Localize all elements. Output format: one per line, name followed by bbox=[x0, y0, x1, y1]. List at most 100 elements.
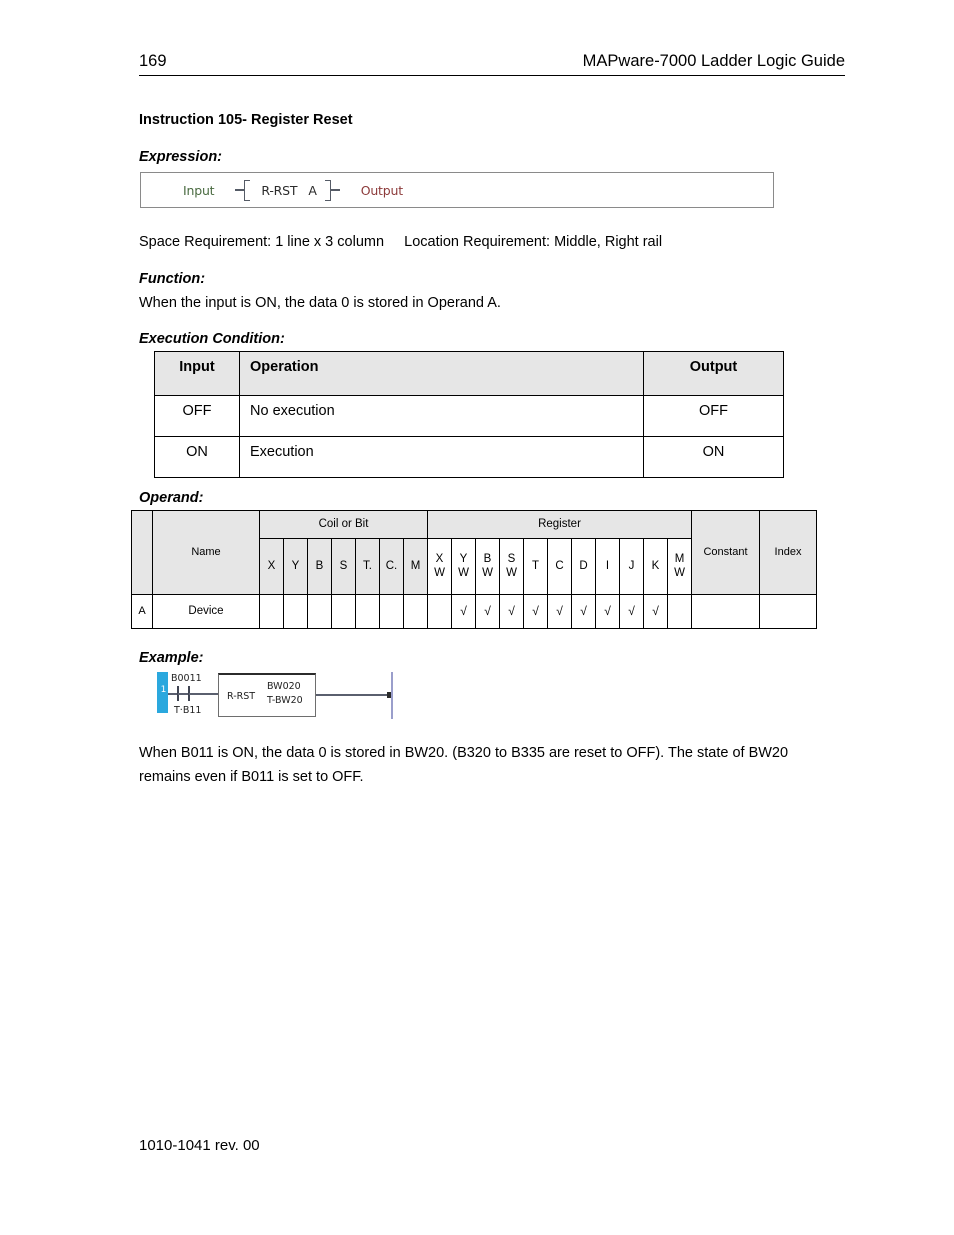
col-header-s: S bbox=[331, 538, 356, 595]
header-output: Output bbox=[643, 351, 784, 396]
expression-operator: R-RST bbox=[261, 182, 298, 198]
ladder-right-rail bbox=[391, 672, 394, 719]
operand-table: Name Coil or Bit Register Constant Index… bbox=[131, 510, 817, 629]
cell-coil-t-dot bbox=[355, 594, 380, 629]
ladder-instruction-block: R-RST BW020 T-BW20 bbox=[218, 673, 316, 717]
cell-coil-b bbox=[307, 594, 332, 629]
col-header-mw-top: M bbox=[674, 553, 685, 566]
col-header-bw: B W bbox=[475, 538, 500, 595]
expression-right-bracket bbox=[324, 179, 340, 201]
cell-reg-bw: √ bbox=[475, 594, 500, 629]
expression-output-label: Output bbox=[360, 182, 403, 198]
col-header-mw: M W bbox=[667, 538, 692, 595]
ladder-operand-top: BW020 bbox=[267, 681, 301, 692]
ladder-instruction-operand: BW020 T-BW20 bbox=[267, 680, 303, 708]
cell-input: ON bbox=[154, 436, 240, 478]
cell-operation: Execution bbox=[239, 436, 644, 478]
page-footer: 1010-1041 rev. 00 bbox=[139, 1137, 260, 1154]
col-header-xw-bottom: W bbox=[434, 566, 445, 579]
cell-output: OFF bbox=[643, 395, 784, 437]
right-tick-icon bbox=[330, 189, 340, 191]
section-label-function: Function: bbox=[139, 271, 206, 287]
expression-input-label: Input bbox=[183, 182, 215, 198]
col-header-t-dot: T. bbox=[355, 538, 380, 595]
function-description: When the input is ON, the data 0 is stor… bbox=[139, 295, 501, 311]
col-header-b: B bbox=[307, 538, 332, 595]
col-header-t: T bbox=[523, 538, 548, 595]
cell-reg-mw bbox=[667, 594, 692, 629]
cell-output: ON bbox=[643, 436, 784, 478]
cell-reg-t: √ bbox=[523, 594, 548, 629]
col-header-c-dot: C. bbox=[379, 538, 404, 595]
header-operation: Operation bbox=[239, 351, 644, 396]
col-header-sw-top: S bbox=[507, 553, 516, 566]
section-label-expression: Expression: bbox=[139, 149, 222, 165]
operand-group-header-row: Name Coil or Bit Register Constant Index bbox=[131, 510, 817, 595]
col-header-xw: X W bbox=[427, 538, 452, 595]
expression-operand-a: A bbox=[308, 182, 317, 198]
cell-reg-xw bbox=[427, 594, 452, 629]
cell-reg-sw: √ bbox=[499, 594, 524, 629]
col-header-d: D bbox=[571, 538, 596, 595]
ladder-wire-segment bbox=[178, 693, 188, 695]
col-header-i: I bbox=[595, 538, 620, 595]
col-header-bw-bottom: W bbox=[482, 566, 493, 579]
bracket-left-icon bbox=[244, 179, 251, 201]
col-header-yw: Y W bbox=[451, 538, 476, 595]
table-row: A Device √ √ √ √ √ √ √ √ √ bbox=[131, 594, 817, 629]
table-header-row: Input Operation Output bbox=[154, 351, 784, 396]
col-header-yw-bottom: W bbox=[458, 566, 469, 579]
cell-reg-k: √ bbox=[643, 594, 668, 629]
cell-coil-s bbox=[331, 594, 356, 629]
ladder-wire-segment bbox=[189, 693, 218, 695]
operand-table-body: Name Coil or Bit Register Constant Index… bbox=[131, 510, 817, 629]
execution-table-body: OFF No execution OFF ON Execution ON bbox=[154, 395, 784, 478]
group-header-coil-or-bit: Coil or Bit bbox=[259, 510, 428, 539]
execution-table-head: Input Operation Output bbox=[154, 351, 784, 396]
col-header-xw-top: X bbox=[435, 553, 444, 566]
ladder-wire-segment bbox=[168, 693, 177, 695]
instruction-title: Instruction 105- Register Reset bbox=[139, 112, 353, 128]
header-input: Input bbox=[154, 351, 240, 396]
example-description: When B011 is ON, the data 0 is stored in… bbox=[139, 745, 789, 785]
col-header-mw-bottom: W bbox=[674, 566, 685, 579]
page-header: 169 MAPware-7000 Ladder Logic Guide bbox=[139, 52, 845, 76]
col-header-k: K bbox=[643, 538, 668, 595]
cell-reg-i: √ bbox=[595, 594, 620, 629]
cell-reg-d: √ bbox=[571, 594, 596, 629]
group-header-index: Index bbox=[759, 510, 817, 595]
ladder-instruction-name: R-RST bbox=[227, 691, 256, 702]
contact-label-top: B0011 bbox=[171, 673, 202, 684]
cell-reg-yw: √ bbox=[451, 594, 476, 629]
cell-input: OFF bbox=[154, 395, 240, 437]
row-index-a: A bbox=[131, 594, 153, 629]
expression-left-bracket bbox=[235, 179, 251, 201]
expression-content: Input R-RST A Output bbox=[183, 173, 403, 207]
operand-name-header: Name bbox=[152, 510, 260, 595]
section-label-example: Example: bbox=[139, 650, 204, 666]
page-number: 169 bbox=[139, 52, 167, 70]
col-header-sw: S W bbox=[499, 538, 524, 595]
col-header-y: Y bbox=[283, 538, 308, 595]
expression-diagram: Input R-RST A Output bbox=[140, 172, 774, 208]
cell-coil-m bbox=[403, 594, 428, 629]
document-page: 169 MAPware-7000 Ladder Logic Guide Inst… bbox=[0, 0, 954, 1235]
table-row: OFF No execution OFF bbox=[154, 395, 784, 437]
cell-index bbox=[759, 594, 817, 629]
col-header-sw-bottom: W bbox=[506, 566, 517, 579]
cell-reg-j: √ bbox=[619, 594, 644, 629]
cell-coil-c-dot bbox=[379, 594, 404, 629]
col-header-bw-top: B bbox=[483, 553, 492, 566]
section-label-operand: Operand: bbox=[139, 490, 204, 506]
col-header-j: J bbox=[619, 538, 644, 595]
example-ladder-diagram: 1 B0011 T·B11 R-RST BW020 T-BW20 bbox=[157, 672, 557, 720]
table-row: ON Execution ON bbox=[154, 436, 784, 478]
cell-reg-c: √ bbox=[547, 594, 572, 629]
col-header-c: C bbox=[547, 538, 572, 595]
ladder-operand-bottom: T-BW20 bbox=[267, 694, 303, 706]
contact-label-bottom: T·B11 bbox=[174, 705, 202, 716]
group-header-constant: Constant bbox=[691, 510, 760, 595]
document-title: MAPware-7000 Ladder Logic Guide bbox=[582, 52, 845, 70]
section-label-execution-condition: Execution Condition: bbox=[139, 331, 285, 347]
cell-coil-x bbox=[259, 594, 284, 629]
